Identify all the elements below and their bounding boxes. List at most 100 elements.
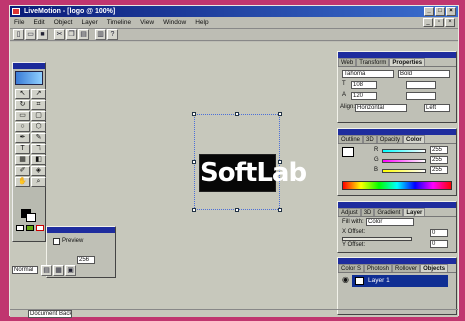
open-folder-icon[interactable]: ▭ <box>25 29 36 40</box>
layer-row-selected[interactable]: Layer 1 <box>352 275 448 287</box>
tab-rollover[interactable]: Rollover <box>392 264 421 272</box>
font-style-dropdown[interactable]: Bold <box>398 70 450 78</box>
no-color-icon[interactable] <box>36 225 44 231</box>
preview-checkbox[interactable] <box>53 238 60 245</box>
blend-mode-dropdown[interactable]: Normal <box>12 266 38 274</box>
red-slider[interactable] <box>382 149 426 153</box>
resize-handle-sw[interactable] <box>192 208 196 212</box>
menu-window[interactable]: Window <box>162 19 187 26</box>
maximize-button[interactable]: □ <box>435 7 445 16</box>
background-color-swatch[interactable] <box>26 213 36 222</box>
tab-opacity[interactable]: Opacity <box>376 135 404 143</box>
layer-new-icon[interactable]: ▣ <box>65 265 76 276</box>
vertical-text-tool-icon[interactable]: ℸ <box>31 144 46 154</box>
doc-close-button[interactable]: × <box>445 18 455 27</box>
align-dropdown[interactable]: Horizontal <box>355 104 407 112</box>
green-value-field[interactable]: 255 <box>430 156 448 164</box>
kerning-field[interactable] <box>406 92 436 100</box>
color-spectrum-bar[interactable] <box>342 181 452 190</box>
gradient-mode-icon[interactable] <box>26 225 34 231</box>
preview-size-field[interactable]: 256 <box>77 256 95 264</box>
minimize-button[interactable]: _ <box>424 7 434 16</box>
current-color-swatch[interactable] <box>342 147 354 157</box>
selection-tool-icon[interactable]: ↖ <box>15 89 30 99</box>
menu-edit[interactable]: Edit <box>32 19 45 26</box>
font-dropdown[interactable]: Tahoma <box>342 70 394 78</box>
resize-handle-se[interactable] <box>278 208 282 212</box>
tab-3d[interactable]: 3D <box>363 135 377 143</box>
print-icon[interactable]: ▥ <box>95 29 106 40</box>
status-dropdown[interactable]: Document Back <box>28 310 72 318</box>
tab-web[interactable]: Web <box>338 58 357 66</box>
y-offset-field[interactable]: 0 <box>430 240 448 248</box>
text-tool-icon[interactable]: T <box>15 144 30 154</box>
menu-object[interactable]: Object <box>53 19 74 26</box>
tab-color[interactable]: Color <box>403 135 425 143</box>
zoom-tool-icon[interactable]: ⌕ <box>31 177 46 187</box>
tab-3d-layer[interactable]: 3D <box>360 208 375 216</box>
pen-tool-icon[interactable]: ✒ <box>15 133 30 143</box>
blue-value-field[interactable]: 255 <box>430 166 448 174</box>
x-offset-slider[interactable] <box>342 237 412 241</box>
menu-help[interactable]: Help <box>194 19 209 26</box>
resize-handle-nw[interactable] <box>192 112 196 116</box>
help-icon[interactable]: ? <box>107 29 118 40</box>
ellipse-tool-icon[interactable]: ○ <box>15 122 30 132</box>
x-offset-field[interactable]: 0 <box>430 229 448 237</box>
resize-handle-ne[interactable] <box>278 112 282 116</box>
eyedropper-tool-icon[interactable]: ✐ <box>15 166 30 176</box>
cut-icon[interactable]: ✂ <box>54 29 65 40</box>
tab-layer[interactable]: Layer <box>403 208 426 216</box>
justify-dropdown[interactable]: Left <box>424 104 450 112</box>
menu-layer[interactable]: Layer <box>80 19 98 26</box>
save-icon[interactable]: ■ <box>37 29 48 40</box>
eye-visibility-icon[interactable]: ◉ <box>342 276 349 284</box>
resize-handle-w[interactable] <box>192 160 196 164</box>
app-window: LiveMotion - [logo @ 100%] _ □ × File Ed… <box>9 5 459 318</box>
red-value-field[interactable]: 255 <box>430 146 448 154</box>
tab-properties[interactable]: Properties <box>389 58 426 66</box>
image-tool-icon[interactable]: ▦ <box>15 155 30 165</box>
tab-color-swatches[interactable]: Color S <box>338 264 365 272</box>
rectangle-tool-icon[interactable]: ▭ <box>15 111 30 121</box>
tab-adjust[interactable]: Adjust <box>338 208 361 216</box>
tracking-field[interactable] <box>406 81 436 89</box>
resize-handle-n[interactable] <box>235 112 239 116</box>
fill-with-dropdown[interactable]: Color <box>366 218 414 226</box>
menu-timeline[interactable]: Timeline <box>106 19 132 26</box>
tab-objects[interactable]: Objects <box>420 264 449 272</box>
tab-gradient[interactable]: Gradient <box>374 208 404 216</box>
layer-options-icon[interactable]: ▤ <box>41 265 52 276</box>
tab-transform[interactable]: Transform <box>356 58 390 66</box>
copy-icon[interactable]: ❐ <box>66 29 77 40</box>
menu-view[interactable]: View <box>139 19 155 26</box>
subselect-tool-icon[interactable]: ↗ <box>31 89 46 99</box>
doc-restore-button[interactable]: ▫ <box>434 18 444 27</box>
tab-outline[interactable]: Outline <box>338 135 364 143</box>
polygon-tool-icon[interactable]: ⬡ <box>31 122 46 132</box>
pen-add-tool-icon[interactable]: ✎ <box>31 133 46 143</box>
close-button[interactable]: × <box>446 7 456 16</box>
green-label: G <box>374 157 379 163</box>
leading-field[interactable]: 120 <box>351 92 377 100</box>
layer-tool-icon[interactable]: ◧ <box>31 155 46 165</box>
color-mode-icon[interactable] <box>16 225 24 231</box>
green-slider[interactable] <box>382 159 426 163</box>
paint-bucket-tool-icon[interactable]: ◈ <box>31 166 46 176</box>
resize-handle-s[interactable] <box>235 208 239 212</box>
paste-icon[interactable]: ▤ <box>78 29 89 40</box>
font-size-field[interactable]: 108 <box>351 81 377 89</box>
logo-text[interactable]: SoftLab <box>200 155 307 191</box>
doc-minimize-button[interactable]: _ <box>423 18 433 27</box>
tab-photoshop[interactable]: Photosh <box>364 264 393 272</box>
fill-with-label: Fill with: <box>342 219 364 225</box>
rounded-rect-tool-icon[interactable]: ▢ <box>31 111 46 121</box>
hand-tool-icon[interactable]: ✋ <box>15 177 30 187</box>
menu-file[interactable]: File <box>13 19 25 26</box>
leading-icon: A <box>342 92 347 98</box>
rotate-tool-icon[interactable]: ↻ <box>15 100 30 110</box>
blue-slider[interactable] <box>382 169 426 173</box>
crop-tool-icon[interactable]: ⌗ <box>31 100 46 110</box>
new-file-icon[interactable]: ▯ <box>13 29 24 40</box>
layer-delete-icon[interactable]: ▦ <box>53 265 64 276</box>
